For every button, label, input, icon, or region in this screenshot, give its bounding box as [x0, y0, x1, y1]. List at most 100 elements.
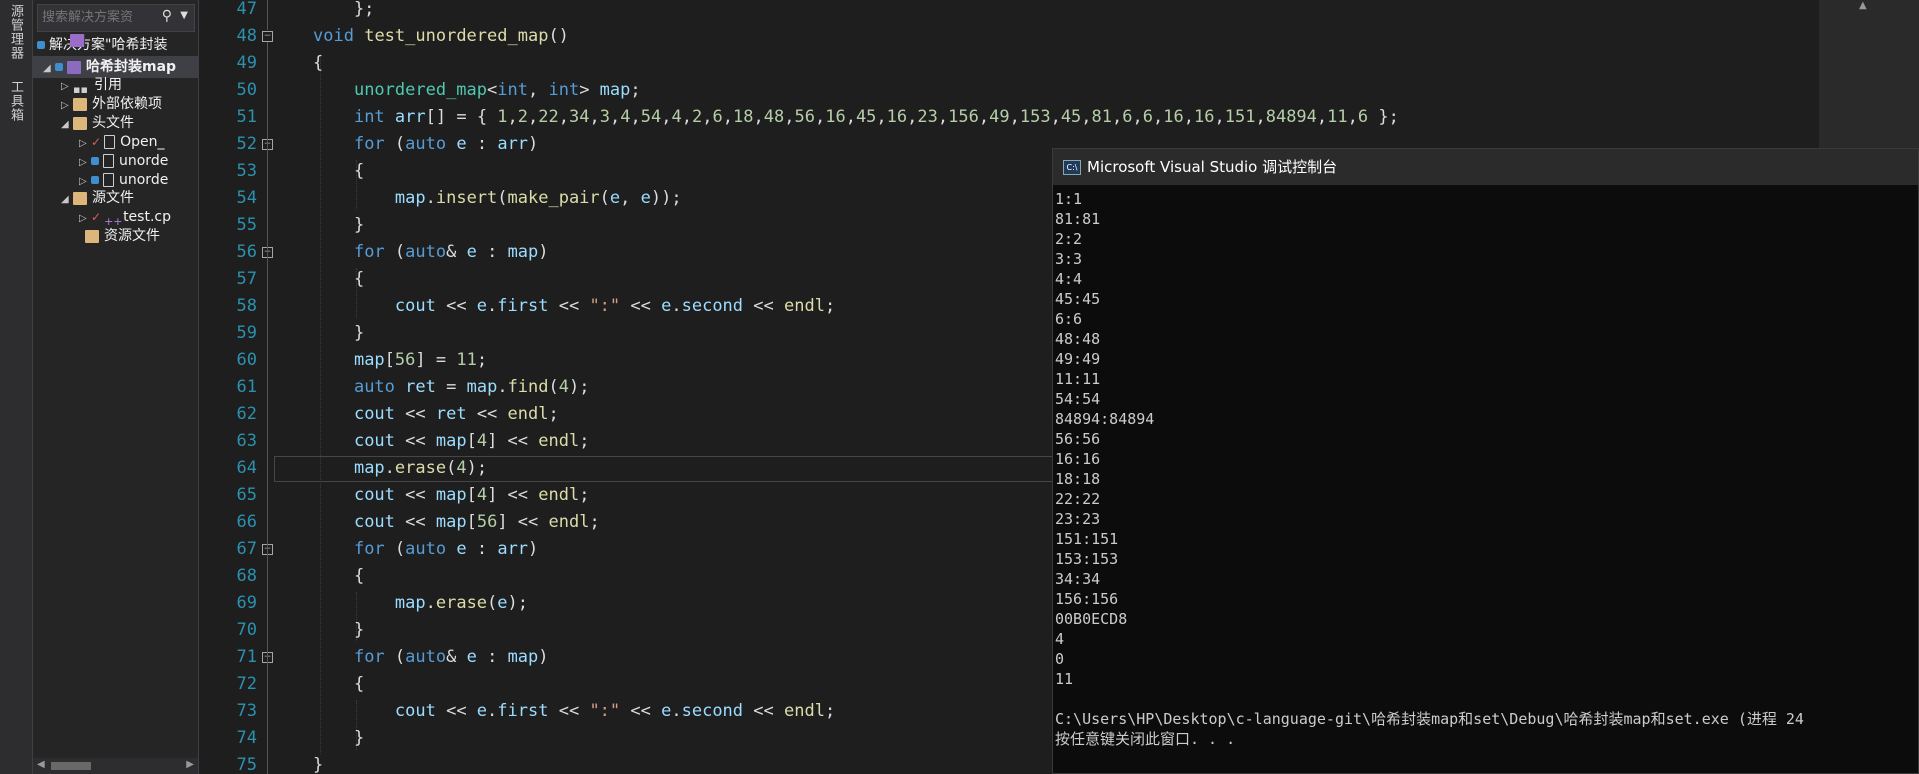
debug-console-window[interactable]: C:\ Microsoft Visual Studio 调试控制台 1:1 81…: [1052, 148, 1919, 774]
line-number: 49: [236, 53, 257, 73]
header-file-icon: [103, 173, 114, 187]
code-line[interactable]: }: [313, 752, 323, 774]
solution-explorer-panel: ⚲ ▼ 解决方案"哈希封装 ◢哈希封装map ▷▪▪引用 ▷外部依赖项 ◢头文件…: [33, 0, 199, 774]
expanded-arrow-icon[interactable]: ◢: [43, 58, 55, 80]
console-app-icon: C:\: [1063, 160, 1081, 175]
code-line[interactable]: cout << map[56] << endl;: [313, 509, 600, 536]
console-line: 11: [1055, 670, 1074, 688]
code-line[interactable]: unordered_map<int, int> map;: [313, 77, 641, 104]
code-line[interactable]: cout << e.first << ":" << e.second << en…: [313, 293, 835, 320]
console-line: C:\Users\HP\Desktop\c-language-git\哈希封装m…: [1055, 710, 1804, 728]
line-number: 73: [236, 701, 257, 721]
code-line[interactable]: }: [313, 725, 364, 752]
code-line[interactable]: map.erase(e);: [313, 590, 528, 617]
project-icon: [67, 60, 81, 74]
console-line: 81:81: [1055, 210, 1101, 228]
code-line[interactable]: cout << e.first << ":" << e.second << en…: [313, 698, 835, 725]
console-line: 22:22: [1055, 490, 1101, 508]
scroll-left-icon[interactable]: ◀: [37, 759, 45, 770]
line-number: 60: [236, 350, 257, 370]
line-number: 61: [236, 377, 257, 397]
code-line[interactable]: auto ret = map.find(4);: [313, 374, 590, 401]
line-number: 55: [236, 215, 257, 235]
code-line[interactable]: {: [313, 671, 364, 698]
console-line: 3:3: [1055, 250, 1083, 268]
tree-item-resource-files[interactable]: 资源文件: [73, 225, 160, 247]
toolbox-tab[interactable]: 工具箱: [6, 80, 25, 122]
tool-window-strip: 源管理器 工具箱: [0, 0, 33, 774]
code-line[interactable]: for (auto& e : map): [313, 644, 549, 671]
line-number: 74: [236, 728, 257, 748]
line-number: 63: [236, 431, 257, 451]
code-line[interactable]: }: [313, 212, 364, 239]
line-number: 52: [236, 134, 257, 154]
line-number: 64: [236, 458, 257, 478]
tree-item-label: unorde: [119, 172, 169, 188]
line-number: 70: [236, 620, 257, 640]
code-minimap[interactable]: ▲: [1819, 0, 1919, 160]
console-title-bar[interactable]: C:\ Microsoft Visual Studio 调试控制台: [1053, 149, 1918, 185]
code-line[interactable]: cout << map[4] << endl;: [313, 482, 590, 509]
code-line[interactable]: };: [313, 0, 374, 23]
solution-explorer-hscrollbar[interactable]: ◀ ▶: [33, 758, 198, 774]
search-icon[interactable]: ⚲: [162, 8, 172, 24]
console-line: 18:18: [1055, 470, 1101, 488]
scroll-up-icon[interactable]: ▲: [1859, 0, 1867, 11]
fold-toggle-icon[interactable]: −: [262, 31, 273, 42]
code-line[interactable]: void test_unordered_map(): [313, 23, 569, 50]
line-number: 59: [236, 323, 257, 343]
code-line[interactable]: {: [313, 266, 364, 293]
console-line: 11:11: [1055, 370, 1101, 388]
code-line[interactable]: {: [313, 50, 323, 77]
code-line[interactable]: map.insert(make_pair(e, e));: [313, 185, 682, 212]
line-number: 72: [236, 674, 257, 694]
header-file-icon: [104, 135, 116, 149]
scrollbar-thumb[interactable]: [51, 762, 91, 770]
code-line[interactable]: }: [313, 320, 364, 347]
line-number: 54: [236, 188, 257, 208]
fold-line: [267, 0, 268, 30]
line-number: 67: [236, 539, 257, 559]
tree-item-label: unorde: [119, 153, 169, 169]
console-line: 按任意键关闭此窗口. . .: [1055, 730, 1236, 748]
tree-item-label: 引用: [94, 77, 122, 93]
search-options-chevron-down-icon[interactable]: ▼: [180, 10, 188, 21]
references-icon: ▪▪: [73, 82, 88, 96]
tree-item-label: 解决方案"哈希封装: [49, 37, 168, 53]
code-line[interactable]: for (auto e : arr): [313, 536, 538, 563]
solution-explorer-tab[interactable]: 源管理器: [6, 4, 25, 60]
tree-item-label: 哈希封装map: [86, 59, 177, 75]
code-line[interactable]: for (auto& e : map): [313, 239, 549, 266]
expanded-arrow-icon[interactable]: ◢: [61, 189, 73, 211]
solution-search-input[interactable]: [42, 8, 160, 26]
code-line[interactable]: cout << map[4] << endl;: [313, 428, 590, 455]
code-line[interactable]: for (auto e : arr): [313, 131, 538, 158]
code-line[interactable]: {: [313, 158, 364, 185]
tree-item-label: 资源文件: [104, 228, 160, 244]
code-line[interactable]: map.erase(4);: [313, 455, 487, 482]
lock-icon: [91, 176, 99, 184]
checkmark-icon: ✓: [91, 135, 102, 149]
code-line[interactable]: {: [313, 563, 364, 590]
console-line: 2:2: [1055, 230, 1083, 248]
scroll-right-icon[interactable]: ▶: [186, 759, 194, 770]
code-line[interactable]: cout << ret << endl;: [313, 401, 559, 428]
console-line: 153:153: [1055, 550, 1119, 568]
tree-item-solution[interactable]: 解决方案"哈希封装: [37, 34, 167, 56]
console-line: 4: [1055, 630, 1065, 648]
code-line[interactable]: map[56] = 11;: [313, 347, 487, 374]
expanded-arrow-icon[interactable]: ◢: [61, 114, 73, 136]
solution-search-box[interactable]: ⚲ ▼: [37, 4, 195, 32]
solution-icon: [70, 34, 85, 47]
tree-item-label: 源文件: [92, 190, 134, 206]
code-line[interactable]: }: [313, 617, 364, 644]
tree-item-label: test.cp: [123, 209, 171, 225]
console-line: 4:4: [1055, 270, 1083, 288]
console-line: 56:56: [1055, 430, 1101, 448]
line-number: 69: [236, 593, 257, 613]
console-line: 156:156: [1055, 590, 1119, 608]
code-line[interactable]: int arr[] = { 1,2,22,34,3,4,54,4,2,6,18,…: [313, 104, 1399, 131]
console-line: 00B0ECD8: [1055, 610, 1128, 628]
line-number: 53: [236, 161, 257, 181]
console-line: 1:1: [1055, 190, 1083, 208]
